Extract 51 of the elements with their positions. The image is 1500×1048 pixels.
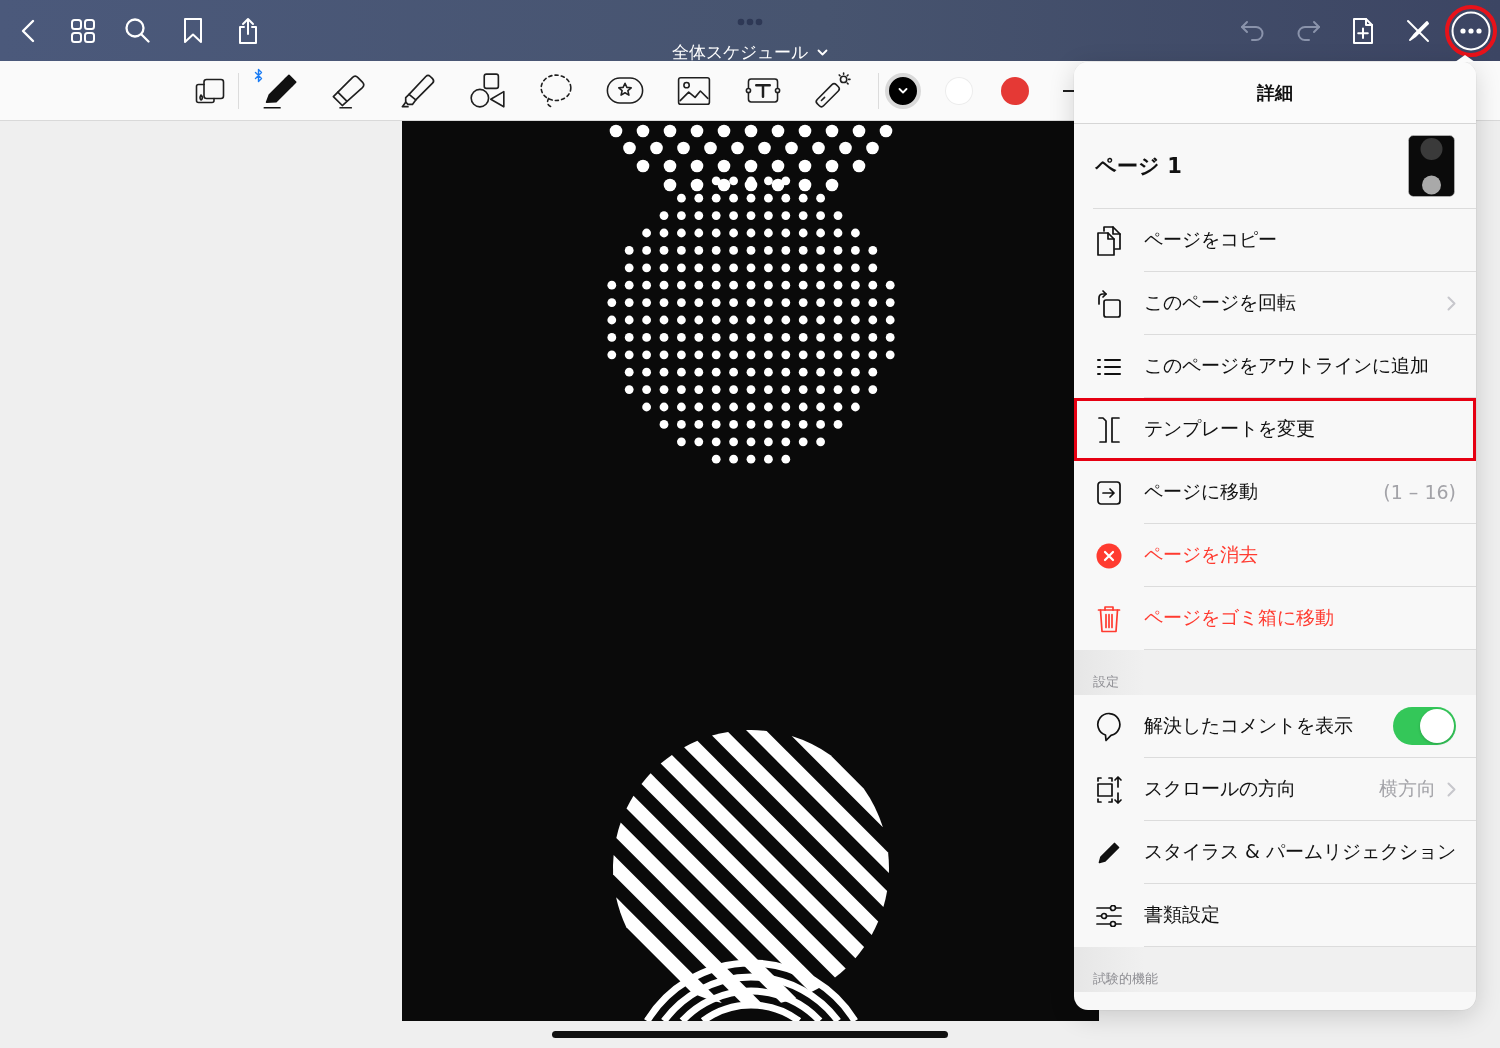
sticker-icon xyxy=(605,76,645,105)
popover-title: 詳細 xyxy=(1257,80,1293,105)
color-swatch[interactable] xyxy=(884,72,921,109)
section-header: 試験的機能 xyxy=(1093,970,1158,988)
grid-icon xyxy=(70,18,95,43)
dash-icon xyxy=(1062,89,1075,92)
more-icon xyxy=(1451,10,1491,51)
square-arrows-icon xyxy=(1095,774,1123,805)
page-title: ページ 1 xyxy=(1095,153,1182,180)
menu-item[interactable]: 解決したコメントを表示 xyxy=(1074,695,1476,758)
grabber-icon xyxy=(737,18,763,26)
back-icon xyxy=(20,18,35,43)
trash-icon xyxy=(1097,604,1121,633)
section-header: 設定 xyxy=(1093,673,1119,691)
menu-item[interactable]: スタイラス & パームリジェクション xyxy=(1074,821,1476,884)
copy-pages-icon xyxy=(1096,224,1122,257)
overlapping-pages-icon xyxy=(195,77,225,104)
comment-bubble-icon xyxy=(1096,711,1122,742)
add-page-icon xyxy=(1351,16,1374,45)
share-icon xyxy=(236,16,259,45)
arrow-in-box-icon xyxy=(1097,480,1121,505)
more-button[interactable] xyxy=(1445,4,1497,57)
menu-item[interactable]: ページをコピー xyxy=(1074,209,1476,272)
menu-item[interactable]: このページをアウトラインに追加 xyxy=(1074,335,1476,398)
document-title-button[interactable]: 全体スケジュール xyxy=(672,40,828,64)
color-swatch[interactable] xyxy=(1000,76,1029,105)
bookmark-icon xyxy=(182,17,203,44)
lasso-icon xyxy=(539,72,573,109)
undo-icon xyxy=(1239,19,1266,42)
shapes-icon xyxy=(468,72,506,109)
item-value: (1 – 16) xyxy=(1383,481,1456,503)
brackets-icon xyxy=(1097,414,1121,445)
rotate-page-icon xyxy=(1096,288,1122,319)
menu-item[interactable]: ページに移動 (1 – 16) xyxy=(1074,461,1476,524)
x-circle-icon xyxy=(1096,542,1122,569)
item-value: 横方向 xyxy=(1379,776,1436,801)
laser-pointer-icon xyxy=(813,71,851,110)
toggle-switch[interactable] xyxy=(1393,707,1456,745)
search-icon xyxy=(125,18,150,43)
menu-item[interactable]: スクロールの方向 横方向 xyxy=(1074,758,1476,821)
menu-item[interactable]: テンプレートを変更 xyxy=(1074,398,1476,461)
outline-list-icon xyxy=(1097,357,1121,376)
crossed-pen-icon xyxy=(1405,18,1430,43)
text-box-icon xyxy=(744,77,782,104)
page-thumbnail xyxy=(1408,135,1455,197)
redo-icon xyxy=(1294,19,1321,42)
caret-icon xyxy=(817,48,828,56)
menu-item[interactable]: このページを回転 xyxy=(1074,272,1476,335)
image-icon xyxy=(677,75,711,106)
caret-icon xyxy=(897,87,908,94)
sliders-icon xyxy=(1096,904,1122,927)
